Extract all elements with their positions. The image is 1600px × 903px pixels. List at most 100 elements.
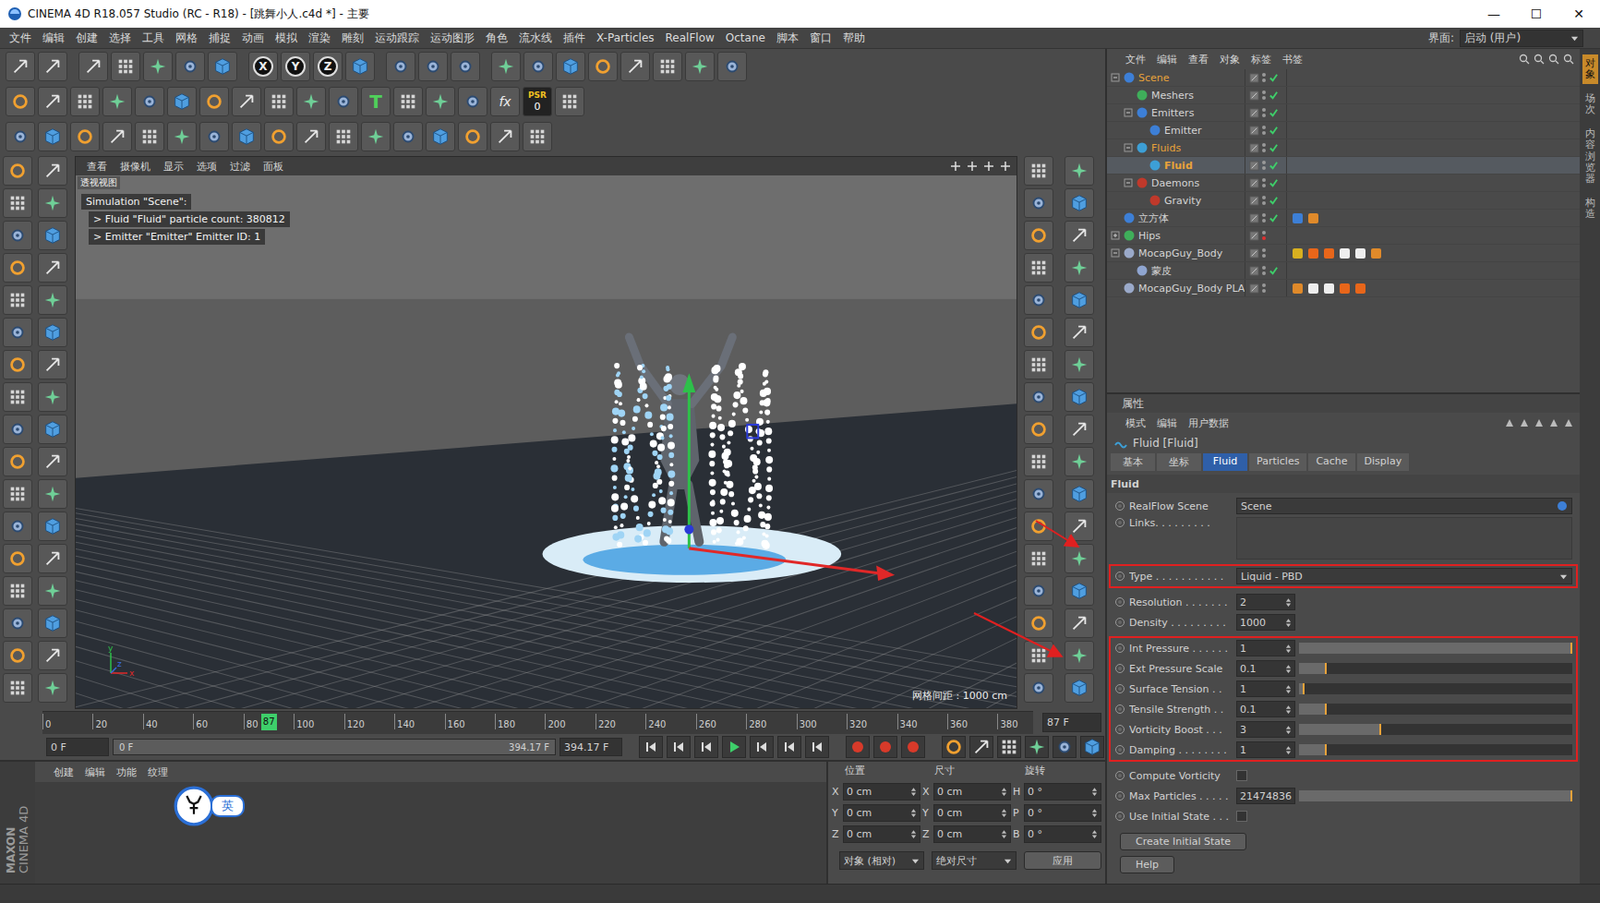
- tool-button[interactable]: [37, 285, 68, 315]
- tool-button[interactable]: [37, 51, 68, 82]
- menu-item[interactable]: RealFlow: [660, 31, 721, 45]
- menu-item[interactable]: 创建: [70, 30, 104, 47]
- tool-button[interactable]: [1064, 479, 1095, 509]
- object-row[interactable]: Meshers: [1106, 86, 1580, 105]
- layer-box-icon[interactable]: [1249, 90, 1260, 101]
- tool-button[interactable]: [2, 511, 33, 542]
- key-type-button[interactable]: [1080, 735, 1105, 758]
- slider-track[interactable]: [1299, 790, 1573, 802]
- tool-button[interactable]: [1023, 382, 1054, 412]
- tool-button[interactable]: [37, 479, 68, 509]
- viewport-menu-item[interactable]: 显示: [157, 159, 190, 174]
- menu-item[interactable]: 角色: [480, 30, 514, 47]
- render-button[interactable]: [385, 51, 416, 82]
- object-row[interactable]: Scene: [1106, 69, 1580, 87]
- playback-button[interactable]: [694, 735, 719, 758]
- tool-button[interactable]: [110, 51, 141, 82]
- tool-button[interactable]: [2, 349, 33, 380]
- enabled-check-icon[interactable]: [1268, 108, 1279, 119]
- tag-icon[interactable]: [1339, 248, 1350, 259]
- attribute-tab[interactable]: Fluid: [1203, 453, 1248, 471]
- animate-toggle-icon[interactable]: [1114, 683, 1126, 695]
- attribute-tab[interactable]: Cache: [1308, 453, 1355, 471]
- navigation-icon[interactable]: [983, 160, 995, 172]
- tool-button[interactable]: [102, 86, 133, 117]
- tag-icon[interactable]: [1308, 248, 1319, 259]
- tool-button[interactable]: [1064, 414, 1095, 445]
- tool-button[interactable]: [1023, 252, 1054, 283]
- animate-toggle-icon[interactable]: [1114, 662, 1126, 674]
- tool-button[interactable]: [37, 121, 68, 152]
- viewport-menu-item[interactable]: 摄像机: [114, 159, 157, 174]
- tag-icon[interactable]: [1339, 283, 1350, 294]
- menu-item[interactable]: 动画: [236, 30, 270, 47]
- coordinate-field[interactable]: 0 °: [1023, 782, 1102, 801]
- number-field[interactable]: 1: [1236, 680, 1296, 698]
- spinner-icon[interactable]: [1285, 704, 1292, 715]
- animate-toggle-icon[interactable]: [1114, 790, 1126, 802]
- layer-box-icon[interactable]: [1249, 283, 1260, 294]
- tool-button[interactable]: [199, 121, 229, 152]
- object-menu-item[interactable]: 文件: [1119, 52, 1152, 67]
- layer-box-icon[interactable]: [1249, 72, 1260, 84]
- tool-button[interactable]: [328, 121, 359, 152]
- tool-button[interactable]: [1064, 349, 1095, 380]
- tool-button[interactable]: [1023, 349, 1054, 380]
- tool-button[interactable]: [37, 673, 68, 703]
- key-type-button[interactable]: [1052, 735, 1077, 758]
- animate-toggle-icon[interactable]: [1114, 500, 1126, 512]
- spinner-icon[interactable]: [1000, 807, 1008, 819]
- spinner-icon[interactable]: [1000, 829, 1008, 840]
- axis-lock-button[interactable]: X: [248, 51, 278, 82]
- tool-button[interactable]: [1064, 543, 1095, 574]
- tool-button[interactable]: [1064, 220, 1095, 251]
- tool-button[interactable]: [1023, 446, 1054, 477]
- enabled-check-icon[interactable]: [1268, 72, 1279, 84]
- menu-item[interactable]: Octane: [720, 31, 771, 45]
- side-tab[interactable]: 对象: [1582, 54, 1599, 85]
- tool-button[interactable]: [134, 121, 165, 152]
- tool-button[interactable]: [296, 121, 326, 152]
- expander-icon[interactable]: [1110, 248, 1120, 258]
- menu-item[interactable]: 工具: [136, 30, 170, 47]
- menu-item[interactable]: 帮助: [837, 30, 871, 47]
- tool-button[interactable]: [1023, 543, 1054, 574]
- tool-button[interactable]: [5, 51, 36, 82]
- tool-button[interactable]: [2, 446, 33, 477]
- tool-button[interactable]: [167, 121, 197, 152]
- menu-item[interactable]: 网格: [169, 30, 204, 47]
- tool-button[interactable]: [296, 86, 326, 117]
- spinner-icon[interactable]: [910, 807, 917, 819]
- preview-range-bar[interactable]: 0 F394.17 F: [112, 738, 556, 756]
- timeline-ruler[interactable]: 0204060801001201401601802002202402602803…: [42, 710, 1034, 734]
- attributes-tool-icon[interactable]: [1518, 417, 1530, 429]
- tool-button[interactable]: [134, 86, 165, 117]
- tool-button[interactable]: [102, 121, 133, 152]
- manager-tool-icon[interactable]: [1533, 53, 1545, 65]
- animate-toggle-icon[interactable]: [1114, 769, 1126, 782]
- expander-icon[interactable]: [1123, 108, 1133, 118]
- enabled-check-icon[interactable]: [1268, 283, 1279, 294]
- ime-badge[interactable]: 英: [173, 785, 245, 827]
- tool-button[interactable]: [70, 121, 100, 152]
- tool-button[interactable]: [37, 382, 68, 412]
- object-row[interactable]: Fluids: [1106, 139, 1580, 157]
- side-tab[interactable]: 构造: [1582, 193, 1599, 224]
- tool-button[interactable]: [1064, 382, 1095, 412]
- tool-button[interactable]: [2, 414, 33, 445]
- tool-button[interactable]: [1023, 479, 1054, 509]
- tool-button[interactable]: [5, 86, 36, 117]
- tool-button[interactable]: [1064, 673, 1095, 703]
- slider-track[interactable]: [1299, 642, 1573, 654]
- animate-toggle-icon[interactable]: [1114, 616, 1126, 628]
- tool-button[interactable]: [1064, 285, 1095, 315]
- coordinate-field[interactable]: 0 cm: [842, 782, 921, 801]
- expander-icon[interactable]: [1123, 143, 1133, 153]
- spinner-icon[interactable]: [1091, 807, 1098, 819]
- coordinate-field[interactable]: 0 cm: [842, 825, 921, 843]
- coordinate-system-button[interactable]: [345, 51, 375, 82]
- playback-button[interactable]: [805, 735, 830, 758]
- tool-button[interactable]: [1023, 220, 1054, 251]
- layer-box-icon[interactable]: [1249, 178, 1260, 189]
- key-type-button[interactable]: [969, 735, 994, 758]
